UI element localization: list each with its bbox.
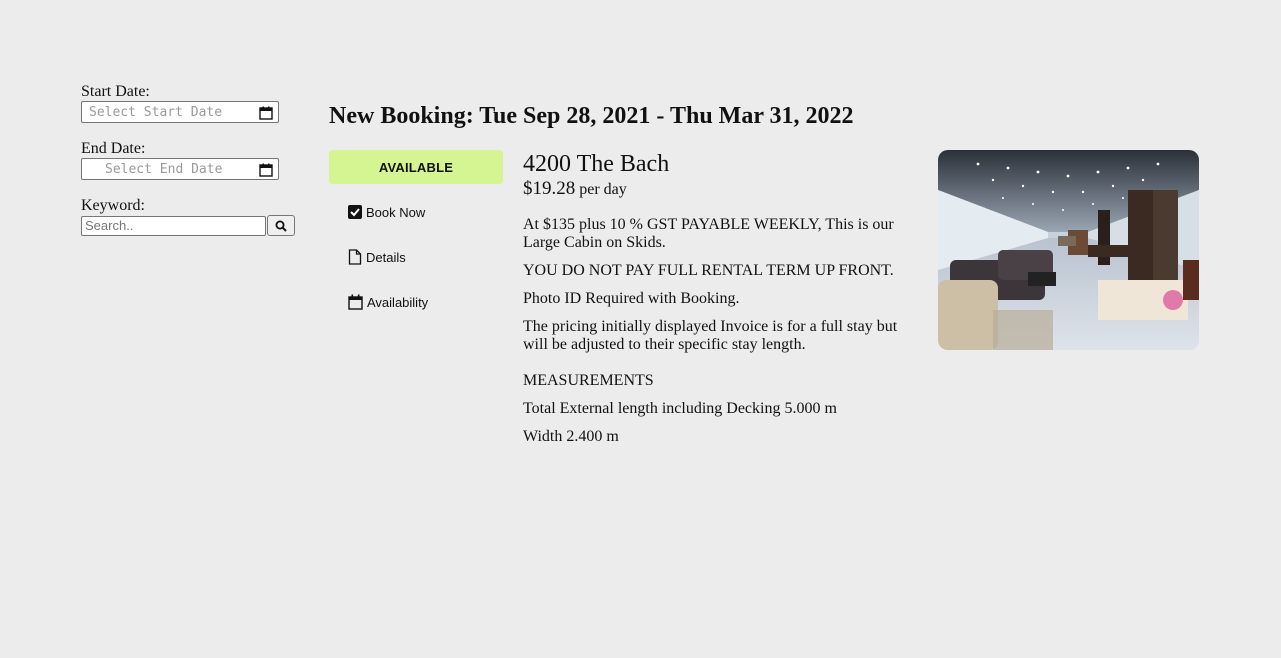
- details-link[interactable]: Details: [348, 247, 503, 267]
- search-button[interactable]: [267, 215, 295, 236]
- availability-link[interactable]: Availability: [348, 292, 503, 312]
- search-icon: [275, 220, 287, 232]
- end-date-placeholder: Select End Date: [105, 162, 223, 177]
- book-now-label: Book Now: [366, 204, 426, 220]
- keyword-label: Keyword:: [81, 197, 145, 214]
- keyword-search: [81, 215, 296, 236]
- details-label: Details: [366, 249, 406, 265]
- calendar-icon[interactable]: [259, 106, 273, 120]
- measurement-line: Width 2.400 m: [523, 428, 619, 445]
- description-line: YOU DO NOT PAY FULL RENTAL TERM UP FRONT…: [523, 262, 894, 279]
- listing-title: 4200 The Bach: [523, 151, 670, 177]
- description-line: At $135 plus 10 % GST PAYABLE WEEKLY, Th…: [523, 216, 894, 251]
- description-line: The pricing initially displayed Invoice …: [523, 318, 898, 353]
- price-amount: $19.28: [523, 178, 576, 199]
- book-now-link[interactable]: Book Now: [348, 202, 503, 222]
- status-badge: AVAILABLE: [329, 150, 503, 184]
- description-line: Photo ID Required with Booking.: [523, 290, 740, 307]
- end-date-label: End Date:: [81, 140, 146, 157]
- measurements-heading: MEASUREMENTS: [523, 372, 654, 389]
- showroom-image: [938, 150, 1199, 350]
- search-sidebar: Start Date: Select Start Date End Date: …: [81, 83, 296, 236]
- listing-details: 4200 The Bach $19.28 per day At $135 plu…: [523, 150, 913, 446]
- document-icon: [348, 249, 362, 265]
- checkbox-checked-icon: [348, 205, 362, 219]
- start-date-label: Start Date:: [81, 83, 150, 100]
- page-title: New Booking: Tue Sep 28, 2021 - Thu Mar …: [329, 103, 854, 129]
- calendar-icon: [348, 294, 363, 310]
- price-unit: per day: [579, 181, 627, 198]
- start-date-placeholder: Select Start Date: [89, 105, 223, 120]
- measurement-line: Total External length including Decking …: [523, 400, 837, 417]
- start-date-input[interactable]: Select Start Date: [81, 101, 279, 123]
- booking-actions: AVAILABLE Book Now Details Availability: [329, 150, 503, 312]
- calendar-icon[interactable]: [259, 163, 273, 177]
- availability-label: Availability: [367, 294, 429, 310]
- end-date-input[interactable]: Select End Date: [81, 158, 279, 180]
- listing-photo[interactable]: [938, 150, 1199, 350]
- search-input[interactable]: [81, 215, 266, 236]
- listing-price: $19.28 per day: [523, 178, 913, 201]
